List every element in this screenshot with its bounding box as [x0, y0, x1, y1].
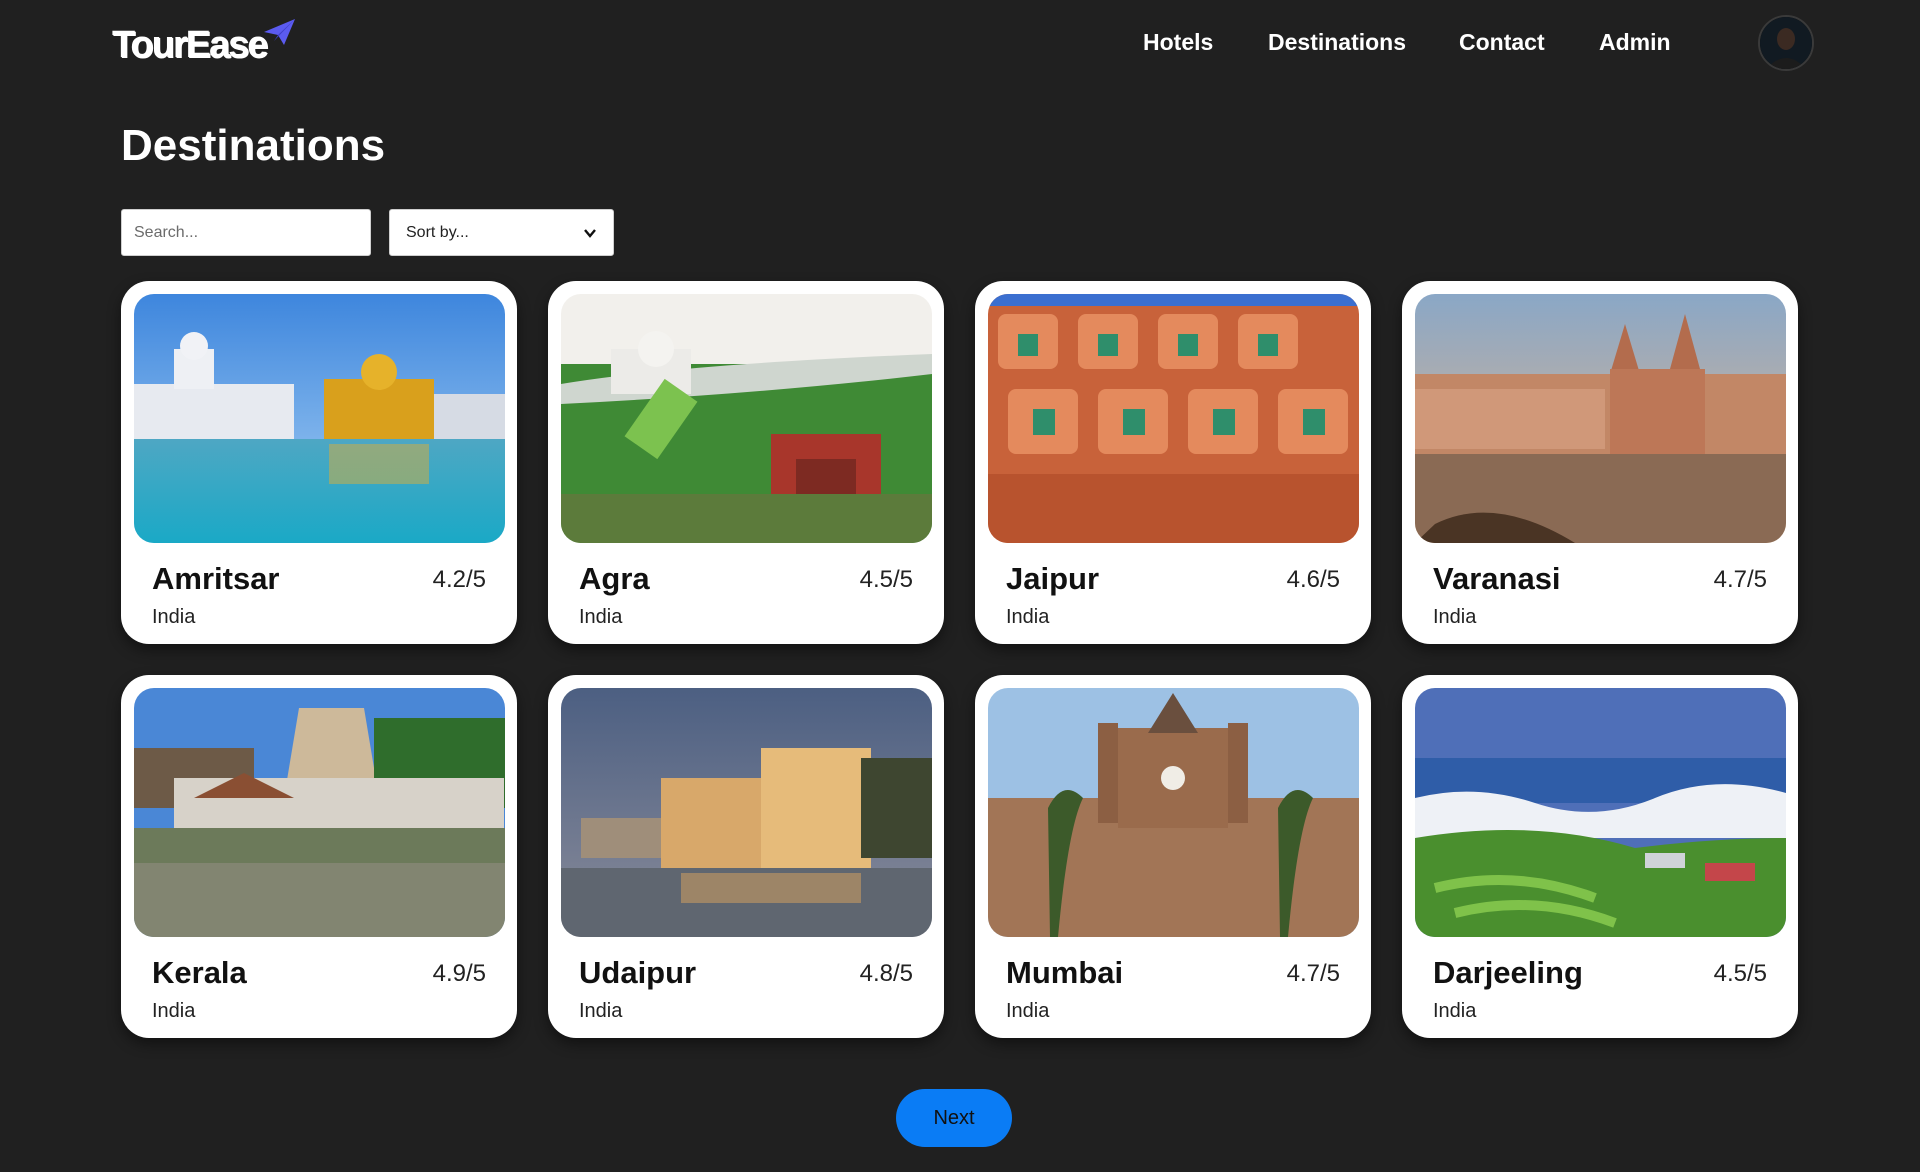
nav-destinations[interactable]: Destinations	[1268, 22, 1406, 62]
destination-card[interactable]: Amritsar 4.2/5 India	[121, 281, 517, 644]
nav-admin[interactable]: Admin	[1599, 22, 1671, 62]
destination-card[interactable]: Darjeeling 4.5/5 India	[1402, 675, 1798, 1038]
destination-rating: 4.8/5	[859, 960, 913, 987]
destination-image	[988, 688, 1359, 937]
search-input[interactable]	[121, 209, 371, 256]
destination-image	[561, 294, 932, 543]
destination-image	[134, 294, 505, 543]
destination-country: India	[1433, 1000, 1477, 1022]
destination-rating: 4.7/5	[1713, 566, 1767, 593]
destination-card[interactable]: Udaipur 4.8/5 India	[548, 675, 944, 1038]
destination-country: India	[579, 606, 623, 628]
destination-rating: 4.6/5	[1286, 566, 1340, 593]
destination-country: India	[1006, 1000, 1050, 1022]
destination-image	[561, 688, 932, 937]
destination-image	[1415, 294, 1786, 543]
destination-country: India	[152, 606, 196, 628]
nav-hotels[interactable]: Hotels	[1143, 22, 1213, 62]
destination-name: Varanasi	[1433, 561, 1561, 596]
destination-card[interactable]: Kerala 4.9/5 India	[121, 675, 517, 1038]
destination-name: Amritsar	[152, 561, 280, 596]
user-photo-icon	[1760, 17, 1812, 69]
destination-name: Mumbai	[1006, 955, 1124, 990]
chevron-down-icon	[584, 228, 596, 238]
destination-name: Darjeeling	[1433, 955, 1583, 990]
page-title: Destinations	[121, 121, 386, 170]
destination-country: India	[579, 1000, 623, 1022]
sort-select-label: Sort by...	[406, 223, 469, 241]
destination-image	[1415, 688, 1786, 937]
destination-image	[988, 294, 1359, 543]
destination-card[interactable]: Agra 4.5/5 India	[548, 281, 944, 644]
nav-contact[interactable]: Contact	[1459, 22, 1545, 62]
destination-card[interactable]: Mumbai 4.7/5 India	[975, 675, 1371, 1038]
destination-rating: 4.5/5	[1713, 960, 1767, 987]
destinations-page: TourEase Hotels Destinations Contact Adm…	[0, 0, 1920, 1172]
destination-card[interactable]: Jaipur 4.6/5 India	[975, 281, 1371, 644]
user-avatar[interactable]	[1758, 15, 1814, 71]
main-nav: Hotels Destinations Contact Admin	[0, 22, 1920, 62]
next-page-button[interactable]: Next	[896, 1089, 1012, 1147]
destination-name: Jaipur	[1006, 561, 1100, 596]
destination-country: India	[1433, 606, 1477, 628]
destination-country: India	[152, 1000, 196, 1022]
destination-rating: 4.7/5	[1286, 960, 1340, 987]
destination-rating: 4.2/5	[432, 566, 486, 593]
destination-name: Kerala	[152, 955, 247, 990]
destination-rating: 4.5/5	[859, 566, 913, 593]
destination-image	[134, 688, 505, 937]
destination-card[interactable]: Varanasi 4.7/5 India	[1402, 281, 1798, 644]
destination-name: Agra	[579, 561, 650, 596]
destination-country: India	[1006, 606, 1050, 628]
destination-name: Udaipur	[579, 955, 697, 990]
destination-rating: 4.9/5	[432, 960, 486, 987]
sort-select[interactable]: Sort by...	[389, 209, 614, 256]
